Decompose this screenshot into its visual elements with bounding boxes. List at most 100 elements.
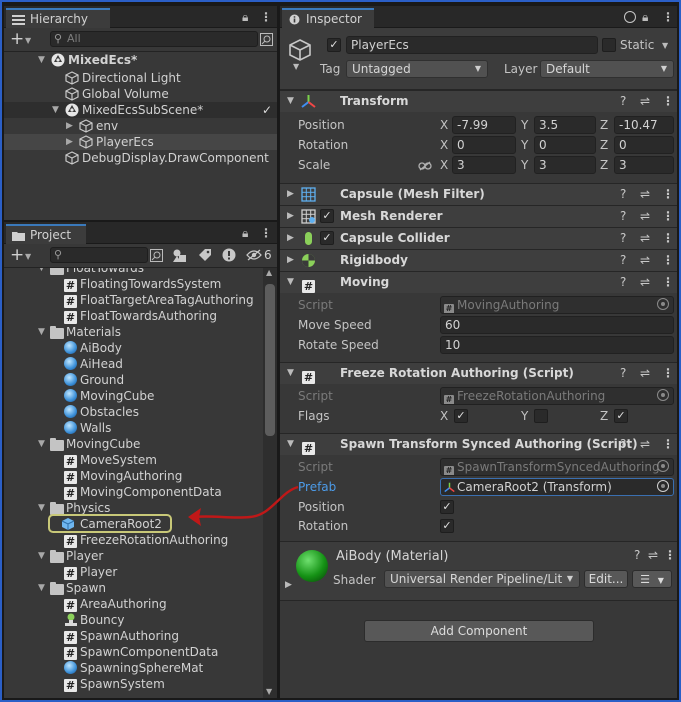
active-checkbox[interactable]: ✓: [327, 38, 341, 52]
capsule-collider-header[interactable]: ▶ ✓ Capsule Collider ? ⇌ ⋮: [280, 227, 677, 249]
tab-inspector[interactable]: Inspector: [282, 8, 374, 28]
hierarchy-item[interactable]: Directional Light: [4, 70, 277, 86]
expand-arrow-icon[interactable]: ▼: [38, 436, 45, 452]
component-menu-icon[interactable]: ⋮: [662, 184, 674, 205]
hidden-packages-icon[interactable]: [246, 249, 262, 261]
mesh-filter-header[interactable]: ▶ Capsule (Mesh Filter) ? ⇌ ⋮: [280, 183, 677, 205]
scale-x-field[interactable]: 3: [452, 156, 516, 174]
more-menu-icon[interactable]: ⋮: [662, 10, 674, 24]
flag-y-checkbox[interactable]: [534, 409, 548, 423]
flag-x-checkbox[interactable]: ✓: [454, 409, 468, 423]
search-options-icon[interactable]: [150, 249, 163, 262]
expand-arrow-icon[interactable]: ▼: [38, 580, 45, 596]
spawn-rotation-checkbox[interactable]: ✓: [440, 519, 454, 533]
expand-arrow-icon[interactable]: ▼: [52, 102, 59, 118]
add-component-button[interactable]: Add Component: [364, 620, 594, 642]
tab-project[interactable]: Project: [6, 224, 86, 244]
lock-icon[interactable]: 🔒︎: [242, 226, 248, 241]
physic-material-row[interactable]: Bouncy: [4, 612, 263, 628]
presets-icon[interactable]: ⇌: [640, 434, 650, 455]
filter-by-label-icon[interactable]: [198, 248, 212, 262]
rotation-x-field[interactable]: 0: [452, 136, 516, 154]
component-menu-icon[interactable]: ⋮: [662, 272, 674, 293]
expand-arrow-icon[interactable]: ▼: [38, 500, 45, 516]
script-row[interactable]: # MoveSystem: [4, 452, 263, 468]
scroll-up-icon[interactable]: ▲: [266, 268, 272, 277]
lock-icon[interactable]: 🔒︎: [242, 10, 248, 25]
search-options-icon[interactable]: [260, 33, 273, 46]
folder-row[interactable]: ▼ FloatTowards: [4, 268, 263, 276]
constrain-proportions-icon[interactable]: [418, 161, 432, 171]
presets-icon[interactable]: ⇌: [640, 228, 650, 249]
material-row[interactable]: Ground: [4, 372, 263, 388]
prefab-row[interactable]: CameraRoot2: [4, 514, 263, 533]
expand-arrow-icon[interactable]: ▼: [38, 324, 45, 340]
add-dropdown-icon[interactable]: ▼: [25, 36, 31, 45]
help-icon[interactable]: ?: [620, 228, 626, 249]
hierarchy-search-input[interactable]: ⚲ All: [50, 31, 258, 47]
presets-icon[interactable]: ⇌: [640, 250, 650, 271]
rotation-y-field[interactable]: 0: [534, 136, 596, 154]
hierarchy-item-selected[interactable]: ▶ PlayerEcs: [4, 134, 277, 150]
hierarchy-item[interactable]: Global Volume: [4, 86, 277, 102]
collapse-arrow-icon[interactable]: ▶: [287, 228, 294, 249]
collapse-arrow-icon[interactable]: ▶: [287, 206, 294, 227]
freeze-rotation-header[interactable]: ▼ # Freeze Rotation Authoring (Script) ?…: [280, 362, 677, 384]
script-row[interactable]: # SpawnAuthoring: [4, 628, 263, 644]
scroll-down-icon[interactable]: ▼: [266, 687, 272, 696]
component-menu-icon[interactable]: ⋮: [662, 206, 674, 227]
expand-arrow-icon[interactable]: ▼: [287, 363, 294, 384]
presets-icon[interactable]: ⇌: [640, 272, 650, 293]
expand-arrow-icon[interactable]: ▼: [38, 52, 45, 68]
folder-row[interactable]: ▼ Materials: [4, 324, 263, 340]
subscene-row[interactable]: ▼ MixedEcsSubScene* ✓: [4, 102, 277, 118]
help-icon[interactable]: ?: [620, 363, 626, 384]
script-row[interactable]: # Player: [4, 564, 263, 580]
spawn-position-checkbox[interactable]: ✓: [440, 500, 454, 514]
checkmark-icon[interactable]: ✓: [262, 102, 272, 118]
tag-dropdown[interactable]: Untagged ▼: [346, 60, 488, 78]
hierarchy-item[interactable]: DebugDisplay.DrawComponent: [4, 150, 277, 166]
help-icon[interactable]: ?: [620, 434, 626, 455]
material-row[interactable]: AiHead: [4, 356, 263, 372]
presets-icon[interactable]: ⇌: [640, 91, 650, 112]
static-checkbox[interactable]: [602, 38, 616, 52]
hierarchy-item[interactable]: ▶ env: [4, 118, 277, 134]
tab-hierarchy[interactable]: Hierarchy: [6, 8, 110, 28]
presets-icon[interactable]: ⇌: [640, 206, 650, 227]
add-icon[interactable]: +: [10, 246, 24, 264]
dropdown-arrow-icon[interactable]: ▼: [293, 62, 299, 71]
component-menu-icon[interactable]: ⋮: [662, 363, 674, 384]
expand-arrow-icon[interactable]: ▼: [287, 91, 294, 112]
script-row[interactable]: # AreaAuthoring: [4, 596, 263, 612]
material-row[interactable]: MovingCube: [4, 388, 263, 404]
component-menu-icon[interactable]: ⋮: [664, 548, 676, 562]
filter-by-type-icon[interactable]: [172, 248, 187, 263]
position-z-field[interactable]: -10.47: [614, 116, 674, 134]
script-row[interactable]: # SpawnSystem: [4, 676, 263, 692]
static-dropdown-icon[interactable]: ▼: [662, 41, 668, 50]
add-dropdown-icon[interactable]: ▼: [25, 252, 31, 261]
collapse-arrow-icon[interactable]: ▶: [66, 134, 73, 150]
scale-y-field[interactable]: 3: [534, 156, 596, 174]
script-row[interactable]: # FloatingTowardsSystem: [4, 276, 263, 292]
component-menu-icon[interactable]: ⋮: [662, 228, 674, 249]
presets-icon[interactable]: ⇌: [640, 184, 650, 205]
rotation-z-field[interactable]: 0: [614, 136, 674, 154]
component-menu-icon[interactable]: ⋮: [662, 91, 674, 112]
folder-row[interactable]: ▼ MovingCube: [4, 436, 263, 452]
add-icon[interactable]: +: [10, 30, 24, 48]
component-menu-icon[interactable]: ⋮: [662, 434, 674, 455]
flag-z-checkbox[interactable]: ✓: [614, 409, 628, 423]
project-search-input[interactable]: ⚲: [50, 247, 148, 263]
collapse-arrow-icon[interactable]: ▶: [66, 118, 73, 134]
expand-arrow-icon[interactable]: ▼: [287, 434, 294, 455]
expand-arrow-icon[interactable]: ▼: [287, 272, 294, 293]
script-row[interactable]: # SpawnComponentData: [4, 644, 263, 660]
material-row[interactable]: AiBody: [4, 340, 263, 356]
help-icon[interactable]: ?: [620, 206, 626, 227]
component-menu-icon[interactable]: ⋮: [662, 250, 674, 271]
shader-options-button[interactable]: ☰ ▼: [632, 570, 672, 588]
folder-row[interactable]: ▼ Spawn: [4, 580, 263, 596]
capsule-collider-enabled-checkbox[interactable]: ✓: [320, 231, 334, 245]
